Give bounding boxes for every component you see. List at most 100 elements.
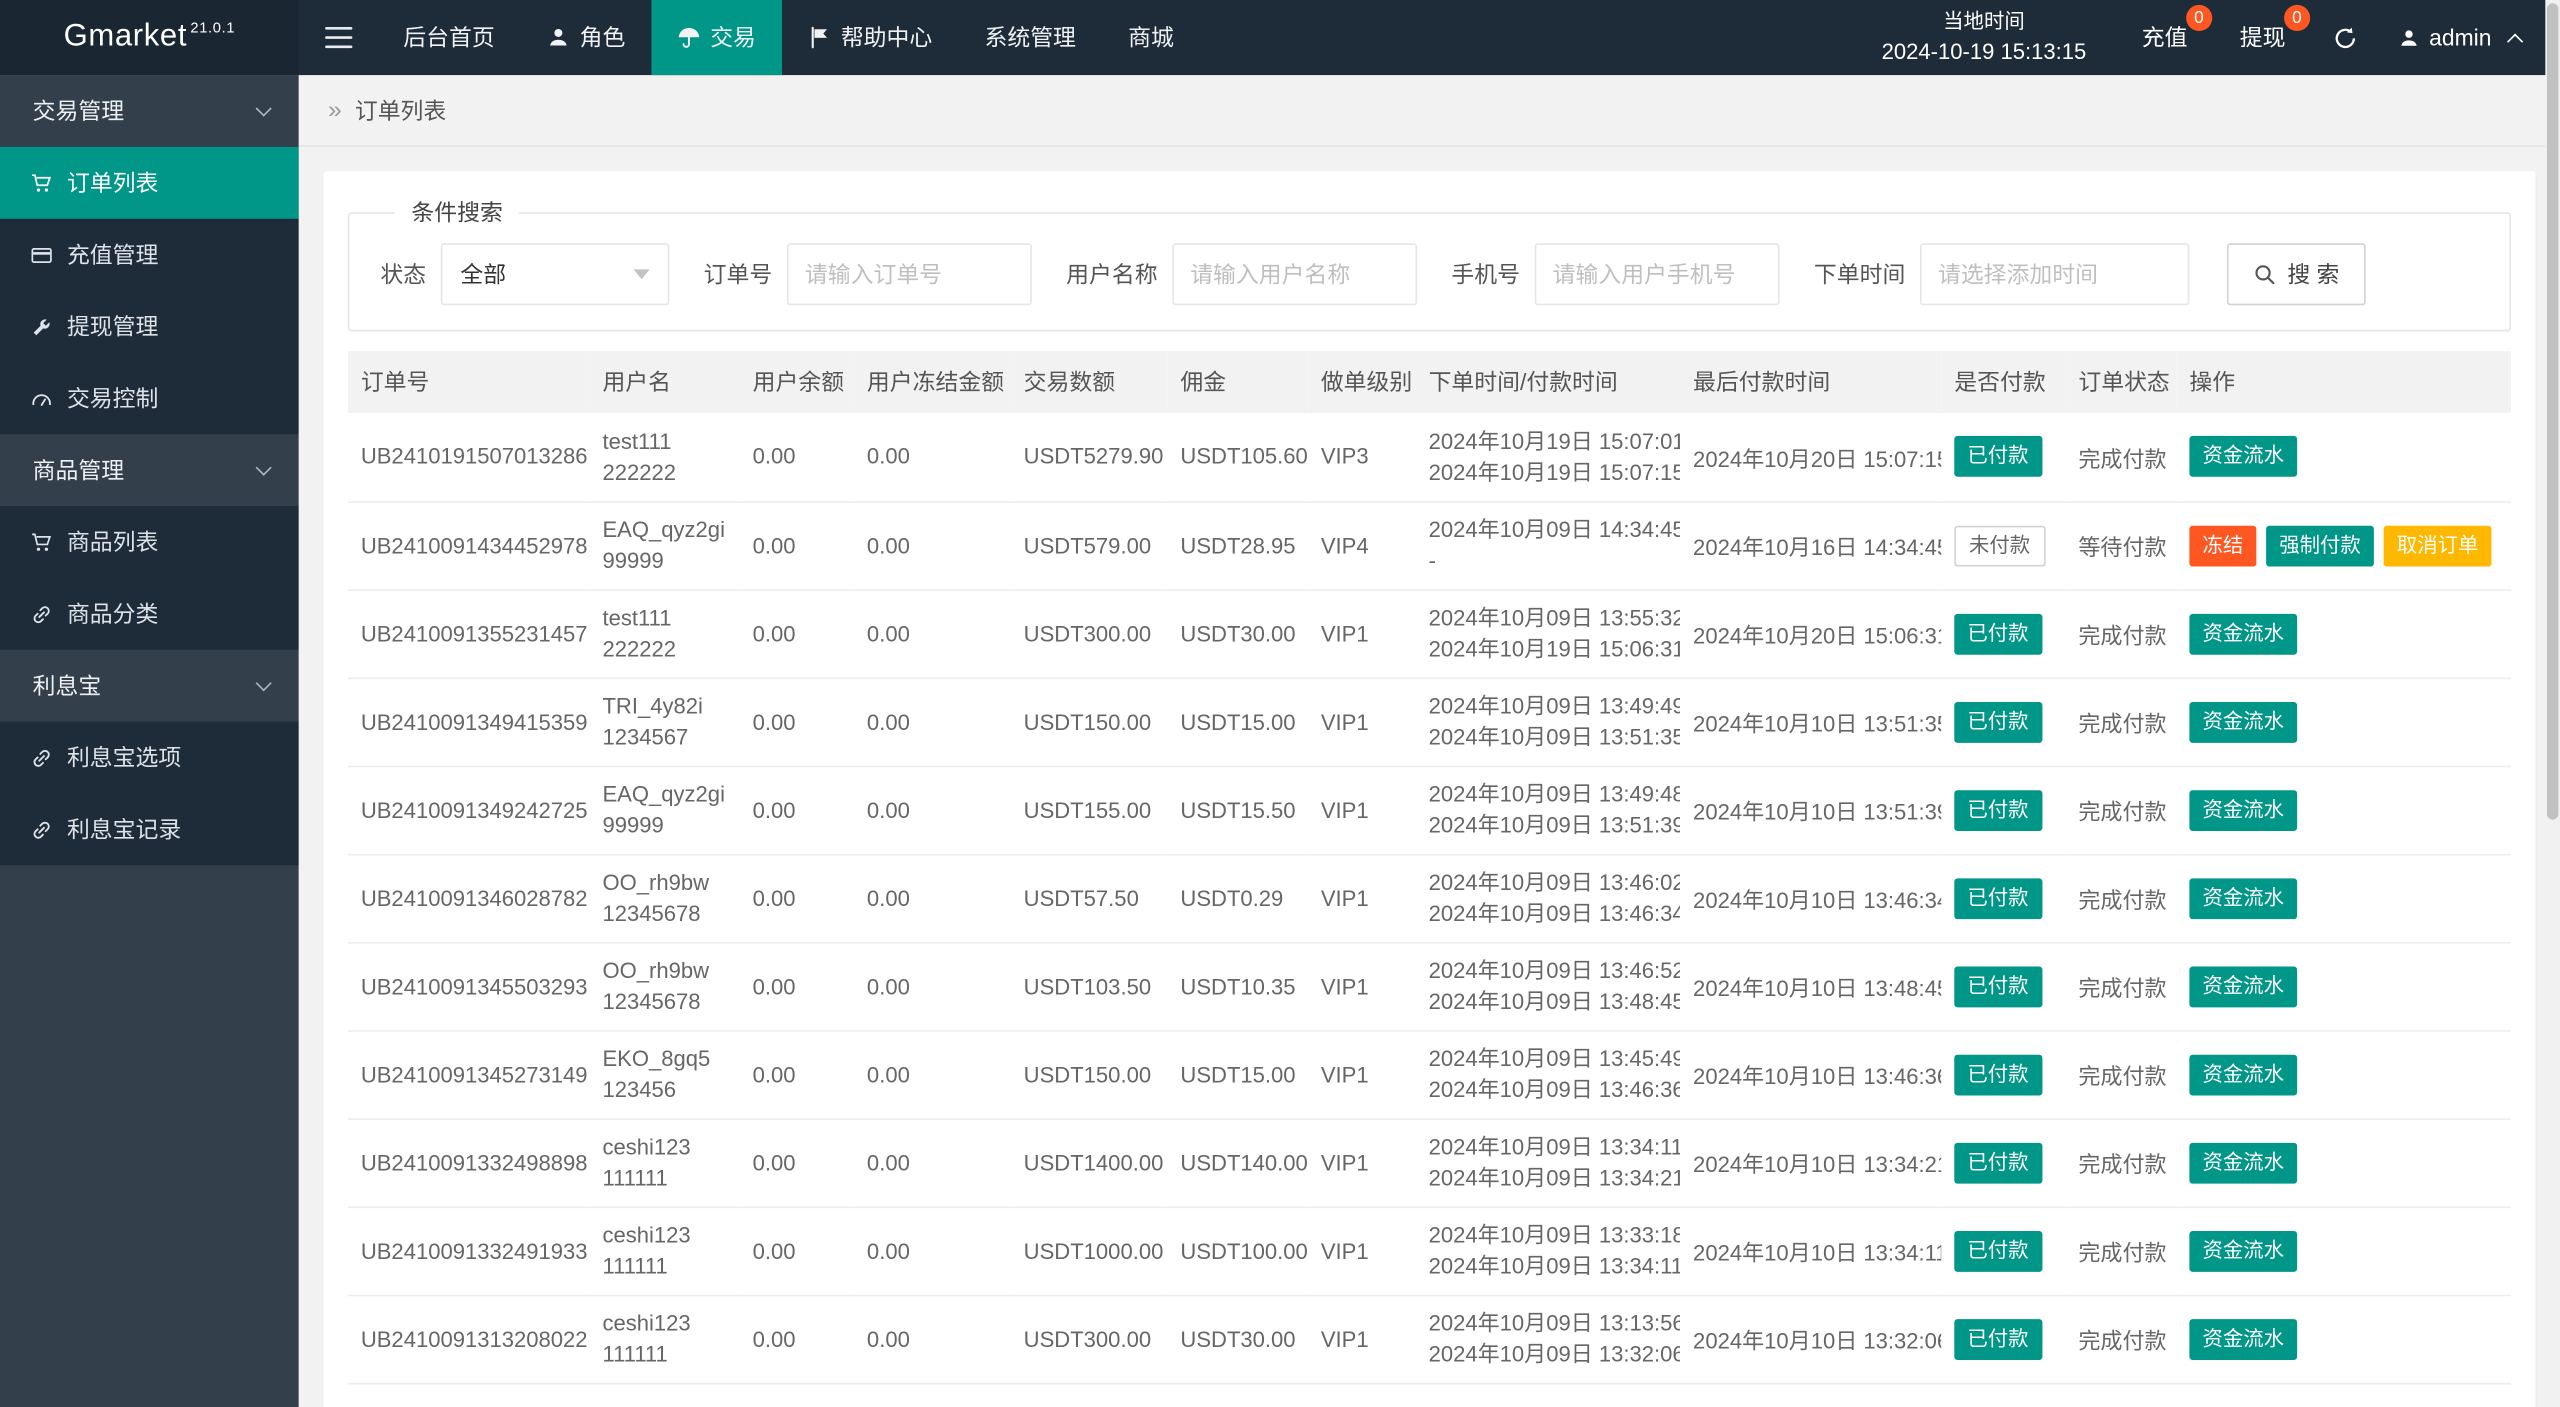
action-button[interactable]: 资金流水 xyxy=(2189,1230,2297,1271)
action-button[interactable]: 资金流水 xyxy=(2189,789,2297,830)
balance-cell: 0.00 xyxy=(740,1295,854,1383)
order-time-input[interactable] xyxy=(1920,243,2189,305)
order-time-cell: 2024年10月09日 13:49:482024年10月09日 13:51:39 xyxy=(1416,766,1680,854)
user-name-cell: EAQ_qyz2gi99999 xyxy=(589,501,739,589)
order-no-label: 订单号 xyxy=(704,258,773,291)
sidebar-item-0-3[interactable]: 交易控制 xyxy=(0,362,299,434)
scrollbar-thumb[interactable] xyxy=(2547,3,2558,819)
user-name-cell: test111222222 xyxy=(589,589,739,677)
nav-item-3[interactable]: 帮助中心 xyxy=(782,0,958,75)
sidebar-section-1[interactable]: 商品管理 xyxy=(0,434,299,506)
action-button[interactable]: 取消订单 xyxy=(2384,525,2492,566)
commission-cell: USDT10.35 xyxy=(1167,942,1307,1030)
status-select[interactable]: 全部 xyxy=(441,243,670,305)
order-no-cell: UB2410091345273149 xyxy=(348,1030,590,1118)
phone-input[interactable] xyxy=(1535,243,1780,305)
trade-amount-cell: USDT1000.00 xyxy=(1011,1207,1168,1295)
page-title: 订单列表 xyxy=(355,94,446,127)
order-time-cell: 2024年10月19日 15:07:012024年10月19日 15:07:15 xyxy=(1416,413,1680,501)
sidebar-item-1-1[interactable]: 商品分类 xyxy=(0,578,299,650)
balance-cell: 0.00 xyxy=(740,589,854,677)
nav-item-0[interactable]: 后台首页 xyxy=(377,0,521,75)
column-header: 下单时间/付款时间 xyxy=(1416,351,1680,413)
link-icon xyxy=(31,603,52,624)
wrench-icon xyxy=(31,316,52,337)
table-row: UB2410091345273149EKO_8gq51234560.000.00… xyxy=(348,1030,2511,1118)
search-button[interactable]: 搜 索 xyxy=(2227,243,2366,305)
column-header: 佣金 xyxy=(1167,351,1307,413)
action-button[interactable]: 资金流水 xyxy=(2189,1054,2297,1095)
last-pay-time-cell: 2024年10月10日 13:46:34 xyxy=(1680,854,1941,942)
sidebar-group-1: 商品列表商品分类 xyxy=(0,506,299,650)
user-menu[interactable]: admin xyxy=(2379,24,2541,50)
sidebar-item-0-1[interactable]: 充值管理 xyxy=(0,219,299,291)
order-time-cell: 2024年10月09日 13:46:522024年10月09日 13:48:45 xyxy=(1416,942,1680,1030)
local-time-label: 当地时间 xyxy=(1882,6,2087,37)
pay-status-badge: 未付款 xyxy=(1954,525,2045,566)
order-no-input[interactable] xyxy=(787,243,1032,305)
pay-status-cell: 已付款 xyxy=(1941,589,2065,677)
username-input[interactable] xyxy=(1172,243,1417,305)
nav-item-2[interactable]: 交易 xyxy=(651,0,782,75)
cart-icon xyxy=(31,531,52,552)
nav-item-label: 帮助中心 xyxy=(841,21,932,54)
pay-status-badge: 已付款 xyxy=(1954,878,2041,919)
withdraw-shortcut[interactable]: 提现 0 xyxy=(2214,0,2312,75)
sidebar-item-0-2[interactable]: 提现管理 xyxy=(0,291,299,363)
refresh-button[interactable] xyxy=(2312,25,2379,49)
sidebar-section-0[interactable]: 交易管理 xyxy=(0,75,299,147)
nav-item-1[interactable]: 角色 xyxy=(521,0,652,75)
table-row: UB2410091313208022ceshi1231111110.000.00… xyxy=(348,1295,2511,1383)
table-row: ceshi1232024年10月09日 13:10:36 xyxy=(348,1383,2511,1407)
action-button[interactable]: 资金流水 xyxy=(2189,613,2297,654)
nav-item-4[interactable]: 系统管理 xyxy=(958,0,1102,75)
action-button[interactable]: 资金流水 xyxy=(2189,701,2297,742)
orders-tbody: UB2410191507013286test1112222220.000.00U… xyxy=(348,413,2511,1407)
action-button[interactable]: 强制付款 xyxy=(2266,525,2374,566)
user-name-cell: OO_rh9bw12345678 xyxy=(589,942,739,1030)
order-no-cell: UB2410091434452978 xyxy=(348,501,590,589)
breadcrumb: » 订单列表 xyxy=(299,75,2560,147)
actions-cell: 资金流水 xyxy=(2176,854,2511,942)
order-no-cell: UB2410091346028782 xyxy=(348,854,590,942)
top-header: Gmarket 21.0.1 后台首页角色交易帮助中心系统管理商城 当地时间 2… xyxy=(0,0,2560,75)
recharge-shortcut[interactable]: 充值 0 xyxy=(2116,0,2214,75)
trade-amount-cell: USDT300.00 xyxy=(1011,589,1168,677)
action-button[interactable]: 资金流水 xyxy=(2189,966,2297,1007)
page-scrollbar[interactable] xyxy=(2545,0,2560,1407)
action-button[interactable]: 资金流水 xyxy=(2189,1142,2297,1183)
local-time-block: 当地时间 2024-10-19 15:13:15 xyxy=(1852,6,2115,70)
action-button[interactable]: 资金流水 xyxy=(2189,1318,2297,1359)
action-button[interactable]: 冻结 xyxy=(2189,525,2256,566)
sidebar-item-0-0[interactable]: 订单列表 xyxy=(0,147,299,219)
frozen-amount-cell: 0.00 xyxy=(854,1118,1011,1206)
user-name-cell: ceshi123111111 xyxy=(589,1295,739,1383)
frozen-amount-cell: 0.00 xyxy=(854,678,1011,766)
nav-item-5[interactable]: 商城 xyxy=(1102,0,1200,75)
table-row: UB2410091332498898ceshi1231111110.000.00… xyxy=(348,1118,2511,1206)
sidebar-item-2-1[interactable]: 利息宝记录 xyxy=(0,793,299,865)
sidebar-item-2-0[interactable]: 利息宝选项 xyxy=(0,722,299,794)
sidebar-section-label: 交易管理 xyxy=(33,95,124,128)
actions-cell: 资金流水 xyxy=(2176,678,2511,766)
nav-item-label: 后台首页 xyxy=(403,21,494,54)
breadcrumb-icon: » xyxy=(328,96,342,124)
order-no-cell: UB2410091332491933 xyxy=(348,1207,590,1295)
pay-status-badge: 已付款 xyxy=(1954,1318,2041,1359)
status-label: 状态 xyxy=(380,258,426,291)
vip-level-cell: VIP1 xyxy=(1308,766,1416,854)
action-button[interactable]: 资金流水 xyxy=(2189,436,2297,477)
commission-cell: USDT30.00 xyxy=(1167,589,1307,677)
action-button[interactable]: 资金流水 xyxy=(2189,878,2297,919)
frozen-amount-cell: 0.00 xyxy=(854,589,1011,677)
actions-cell: 资金流水 xyxy=(2176,1207,2511,1295)
card-icon xyxy=(31,244,52,265)
last-pay-time-cell: 2024年10月20日 15:07:15 xyxy=(1680,413,1941,501)
sidebar-section-2[interactable]: 利息宝 xyxy=(0,650,299,722)
frozen-amount-cell: 0.00 xyxy=(854,413,1011,501)
menu-toggle-button[interactable] xyxy=(299,0,377,75)
balance-cell: 0.00 xyxy=(740,854,854,942)
sidebar-item-1-0[interactable]: 商品列表 xyxy=(0,506,299,578)
cart-icon xyxy=(31,172,52,193)
order-time-label: 下单时间 xyxy=(1814,258,1905,291)
